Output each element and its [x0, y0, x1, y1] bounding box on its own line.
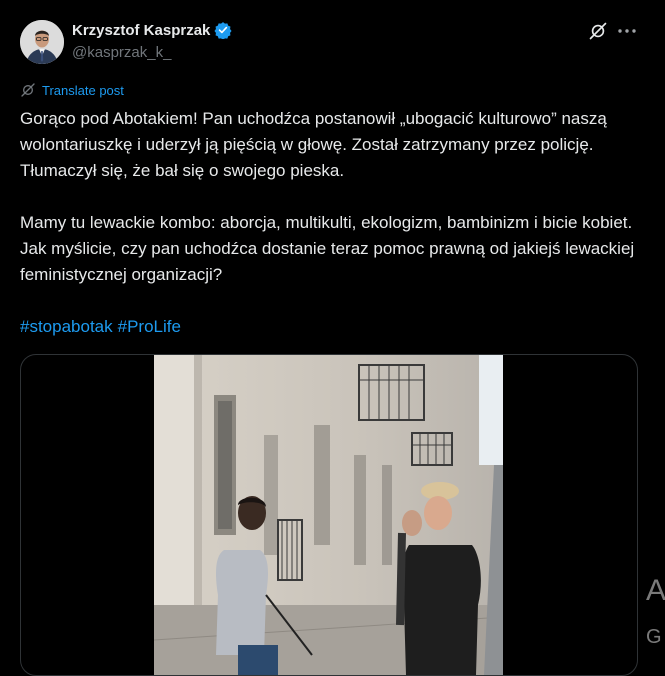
post-hashtags: #stopabotak #ProLife [20, 314, 186, 340]
avatar-image [20, 20, 64, 64]
grok-small-icon [21, 83, 35, 97]
author-name-row[interactable]: Krzysztof Kasprzak [72, 21, 232, 39]
post-text: Gorąco pod Abotakiem! Pan uchodźca posta… [20, 109, 635, 284]
hashtag-link[interactable]: #ProLife [118, 317, 181, 336]
author-display-name[interactable]: Krzysztof Kasprzak [72, 22, 210, 39]
translate-post-link[interactable]: Translate post [20, 82, 124, 98]
video-frame-image [154, 355, 503, 675]
grok-icon[interactable] [588, 21, 608, 41]
side-letter-a: A [646, 574, 665, 607]
post-media-video[interactable] [20, 354, 638, 676]
more-options-icon[interactable] [616, 21, 638, 41]
translate-post-label[interactable]: Translate post [42, 83, 124, 98]
verified-badge-icon[interactable] [214, 21, 232, 39]
side-letter-g: G [646, 626, 662, 648]
author-handle[interactable]: @kasprzak_k_ [72, 44, 171, 61]
hashtag-link[interactable]: #stopabotak [20, 317, 113, 336]
post: Krzysztof Kasprzak @kasprzak_k_ Translat… [0, 0, 648, 676]
author-avatar[interactable] [20, 20, 64, 64]
